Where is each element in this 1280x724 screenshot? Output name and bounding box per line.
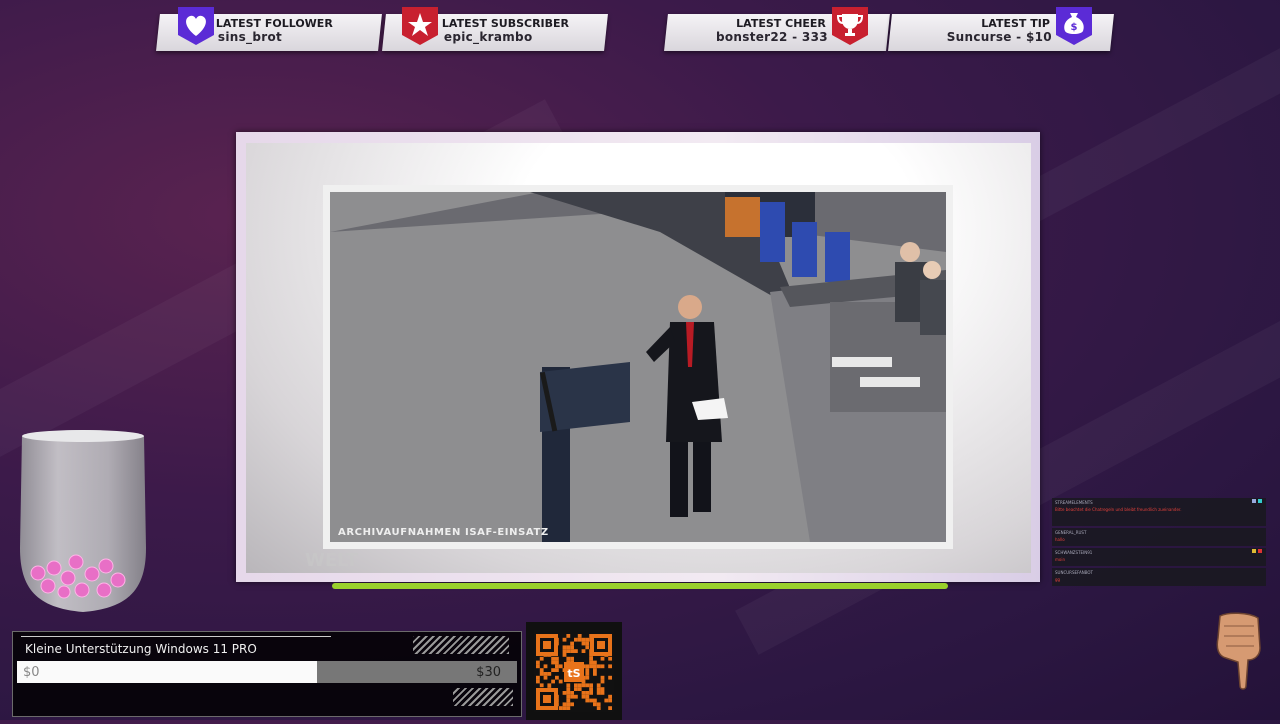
alert-title: LATEST TIP — [981, 17, 1050, 30]
money-bag-icon: $ — [1056, 7, 1092, 45]
video-player[interactable]: ARCHIVAUFNAHMEN ISAF-EINSATZ — [330, 192, 946, 542]
video-caption: ARCHIVAUFNAHMEN ISAF-EINSATZ — [338, 527, 549, 538]
alert-value: Suncurse - $10 — [946, 30, 1052, 44]
tip-qr-code[interactable]: tS — [526, 622, 622, 720]
channel-watermark: WELT — [305, 550, 358, 571]
alert-title: LATEST FOLLOWER — [215, 17, 333, 30]
alert-value: epic_krambo — [443, 30, 533, 44]
alert-title: LATEST CHEER — [736, 17, 826, 30]
decorative-hatch — [413, 636, 509, 654]
chat-text: gg — [1055, 577, 1061, 582]
chat-message: SUNCURSEFANBOT gg — [1052, 568, 1266, 586]
chat-widget: STREAMELEMENTS Bitte beachtet die Chatre… — [1052, 498, 1266, 588]
alert-title: LATEST SUBSCRIBER — [441, 17, 570, 30]
heart-icon — [178, 7, 214, 45]
donation-max: $30 — [476, 665, 501, 680]
chat-message: STREAMELEMENTS Bitte beachtet die Chatre… — [1052, 498, 1266, 526]
subscriber-badge-icon — [1258, 549, 1262, 553]
chat-message: GENERAL_RUST hallo — [1052, 528, 1266, 546]
qr-code-image: tS — [534, 630, 614, 712]
donation-goal-title: Kleine Unterstützung Windows 11 PRO — [25, 642, 257, 656]
chat-username: SCHWANZSTEIN91 — [1055, 550, 1093, 555]
tip-glass-widget — [20, 430, 146, 612]
qr-logo: tS — [567, 667, 580, 680]
star-icon — [402, 7, 438, 45]
donation-progress-bar — [17, 661, 517, 683]
chat-username: STREAMELEMENTS — [1055, 500, 1093, 505]
pointing-hand-icon — [1216, 612, 1261, 690]
alert-value: sins_brot — [217, 30, 283, 44]
divider — [21, 636, 331, 637]
chat-message: SCHWANZSTEIN91 moin — [1052, 548, 1266, 566]
chat-text: hallo — [1055, 537, 1065, 542]
bits-badge-icon — [1252, 549, 1256, 553]
decorative-hatch — [453, 688, 513, 706]
alert-value: bonster22 - 333 — [715, 30, 828, 44]
video-progress-bar[interactable] — [332, 583, 948, 589]
donation-progress-fill — [17, 661, 317, 683]
chat-username: SUNCURSEFANBOT — [1055, 570, 1093, 575]
donation-goal-widget: Kleine Unterstützung Windows 11 PRO $0 $… — [12, 631, 522, 717]
donation-min: $0 — [23, 665, 40, 680]
chat-text: Bitte beachtet die Chatregeln und bleibt… — [1055, 507, 1182, 512]
moderator-badge-icon — [1258, 499, 1262, 503]
trophy-icon — [832, 7, 868, 45]
video-scene — [330, 192, 946, 542]
chat-text: moin — [1055, 557, 1065, 562]
svg-text:$: $ — [1071, 22, 1078, 33]
chat-username: GENERAL_RUST — [1055, 530, 1087, 535]
verified-badge-icon — [1252, 499, 1256, 503]
